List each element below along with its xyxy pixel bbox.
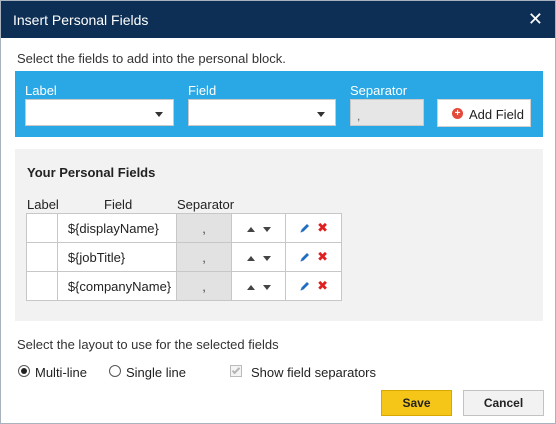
move-down-icon[interactable] — [262, 284, 271, 290]
personal-fields-heading: Your Personal Fields — [27, 165, 156, 180]
close-icon[interactable]: ✕ — [528, 9, 543, 30]
field-header: Field — [188, 83, 217, 98]
chevron-down-icon — [317, 112, 325, 117]
edit-pencil-icon[interactable] — [299, 251, 311, 263]
row-field[interactable]: ${companyName} — [56, 271, 177, 301]
show-separators-label[interactable]: Show field separators — [251, 365, 376, 380]
add-field-bar: Label Field Separator , + Add Field — [15, 71, 543, 137]
single-line-label[interactable]: Single line — [126, 365, 186, 380]
layout-prompt: Select the layout to use for the selecte… — [17, 337, 279, 352]
move-up-icon[interactable] — [246, 284, 255, 290]
delete-icon[interactable]: ✖ — [317, 278, 328, 294]
dialog-title: Insert Personal Fields — [13, 12, 149, 28]
table-row: ${companyName} , ✖ — [26, 271, 342, 301]
add-field-button[interactable]: + Add Field — [437, 99, 531, 127]
row-separator[interactable]: , — [175, 242, 233, 272]
row-actions: ✖ — [285, 271, 342, 301]
row-field[interactable]: ${displayName} — [56, 213, 177, 243]
insert-personal-fields-dialog: Insert Personal Fields ✕ Select the fiel… — [0, 0, 556, 424]
save-button[interactable]: Save — [381, 390, 452, 416]
move-down-icon[interactable] — [262, 226, 271, 232]
row-move-controls — [231, 213, 287, 243]
edit-pencil-icon[interactable] — [299, 222, 311, 234]
separator-header: Separator — [350, 83, 408, 98]
row-label[interactable] — [26, 213, 58, 243]
checkmark-icon — [231, 365, 241, 375]
row-move-controls — [231, 271, 287, 301]
label-dropdown[interactable] — [25, 99, 174, 126]
delete-icon[interactable]: ✖ — [317, 249, 328, 265]
personal-fields-table: ${displayName} , ✖ ${jobTitle} , ✖ ${com… — [26, 213, 342, 301]
move-up-icon[interactable] — [246, 226, 255, 232]
single-line-radio[interactable] — [109, 365, 121, 377]
row-actions: ✖ — [285, 242, 342, 272]
row-label[interactable] — [26, 242, 58, 272]
show-separators-checkbox[interactable] — [230, 365, 242, 377]
chevron-down-icon — [155, 112, 163, 117]
row-separator[interactable]: , — [175, 213, 233, 243]
field-dropdown[interactable] — [188, 99, 336, 126]
table-row: ${jobTitle} , ✖ — [26, 242, 342, 272]
move-down-icon[interactable] — [262, 255, 271, 261]
delete-icon[interactable]: ✖ — [317, 220, 328, 236]
dialog-instruction: Select the fields to add into the person… — [17, 51, 286, 66]
edit-pencil-icon[interactable] — [299, 280, 311, 292]
table-row: ${displayName} , ✖ — [26, 213, 342, 243]
cancel-button[interactable]: Cancel — [463, 390, 544, 416]
column-header-separator: Separator — [177, 197, 235, 212]
row-move-controls — [231, 242, 287, 272]
row-separator[interactable]: , — [175, 271, 233, 301]
multi-line-radio[interactable] — [18, 365, 30, 377]
add-field-label: Add Field — [469, 107, 524, 122]
label-header: Label — [25, 83, 57, 98]
plus-circle-icon: + — [452, 108, 463, 119]
multi-line-label[interactable]: Multi-line — [35, 365, 87, 380]
move-up-icon[interactable] — [246, 255, 255, 261]
dialog-titlebar: Insert Personal Fields ✕ — [1, 1, 555, 38]
personal-fields-panel: Your Personal Fields Label Field Separat… — [15, 149, 543, 321]
row-label[interactable] — [26, 271, 58, 301]
separator-input[interactable]: , — [350, 99, 424, 126]
column-header-field: Field — [104, 197, 133, 212]
row-field[interactable]: ${jobTitle} — [56, 242, 177, 272]
row-actions: ✖ — [285, 213, 342, 243]
column-header-label: Label — [27, 197, 59, 212]
